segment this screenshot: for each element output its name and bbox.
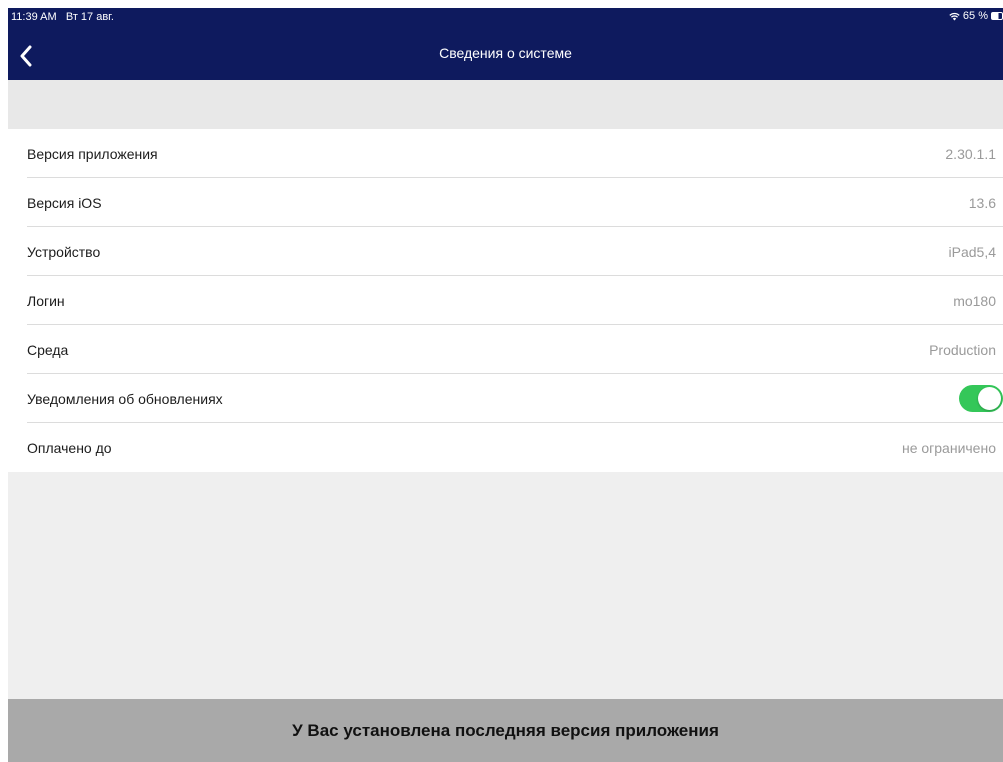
update-notifications-toggle[interactable] — [959, 385, 1003, 412]
toggle-knob — [978, 387, 1001, 410]
navigation-bar: 11:39 AM Вт 17 авг. 65 % Сведения о сист… — [8, 8, 1003, 80]
row-label: Среда — [27, 341, 69, 358]
row-paid-until: Оплачено до не ограничено — [8, 423, 1003, 472]
page-title: Сведения о системе — [439, 45, 572, 61]
row-label: Версия приложения — [27, 145, 158, 162]
row-value: 13.6 — [968, 194, 996, 211]
status-time: 11:39 AM Вт 17 авг. — [11, 11, 114, 23]
row-label: Уведомления об обновлениях — [27, 390, 223, 407]
system-info-list: Версия приложения 2.30.1.1 Версия iOS 13… — [8, 129, 1003, 472]
update-status-text: У Вас установлена последняя версия прило… — [292, 720, 719, 740]
row-value: mo180 — [953, 292, 996, 309]
status-time-value: 11:39 AM — [11, 11, 57, 23]
battery-icon — [991, 12, 1003, 20]
battery-percent: 65 % — [962, 10, 988, 22]
row-value: не ограничено — [901, 439, 996, 456]
status-date: Вт 17 авг. — [65, 11, 114, 23]
app-screen: 11:39 AM Вт 17 авг. 65 % Сведения о сист… — [8, 8, 1003, 762]
row-value: 2.30.1.1 — [945, 145, 996, 162]
row-app-version: Версия приложения 2.30.1.1 — [8, 129, 1003, 178]
row-login: Логин mo180 — [8, 276, 1003, 325]
section-header-spacer — [8, 80, 1003, 129]
wifi-icon — [949, 12, 960, 20]
row-value: iPad5,4 — [948, 243, 996, 260]
row-value: Production — [929, 341, 996, 358]
update-status-banner: У Вас установлена последняя версия прило… — [8, 699, 1003, 762]
row-label: Логин — [27, 292, 65, 309]
row-ios-version: Версия iOS 13.6 — [8, 178, 1003, 227]
row-device: Устройство iPad5,4 — [8, 227, 1003, 276]
row-update-notifications: Уведомления об обновлениях — [8, 374, 1003, 423]
row-label: Устройство — [27, 243, 101, 260]
row-label: Версия iOS — [27, 194, 102, 211]
status-indicators: 65 % — [949, 10, 1003, 22]
row-environment: Среда Production — [8, 325, 1003, 374]
row-label: Оплачено до — [27, 439, 112, 456]
